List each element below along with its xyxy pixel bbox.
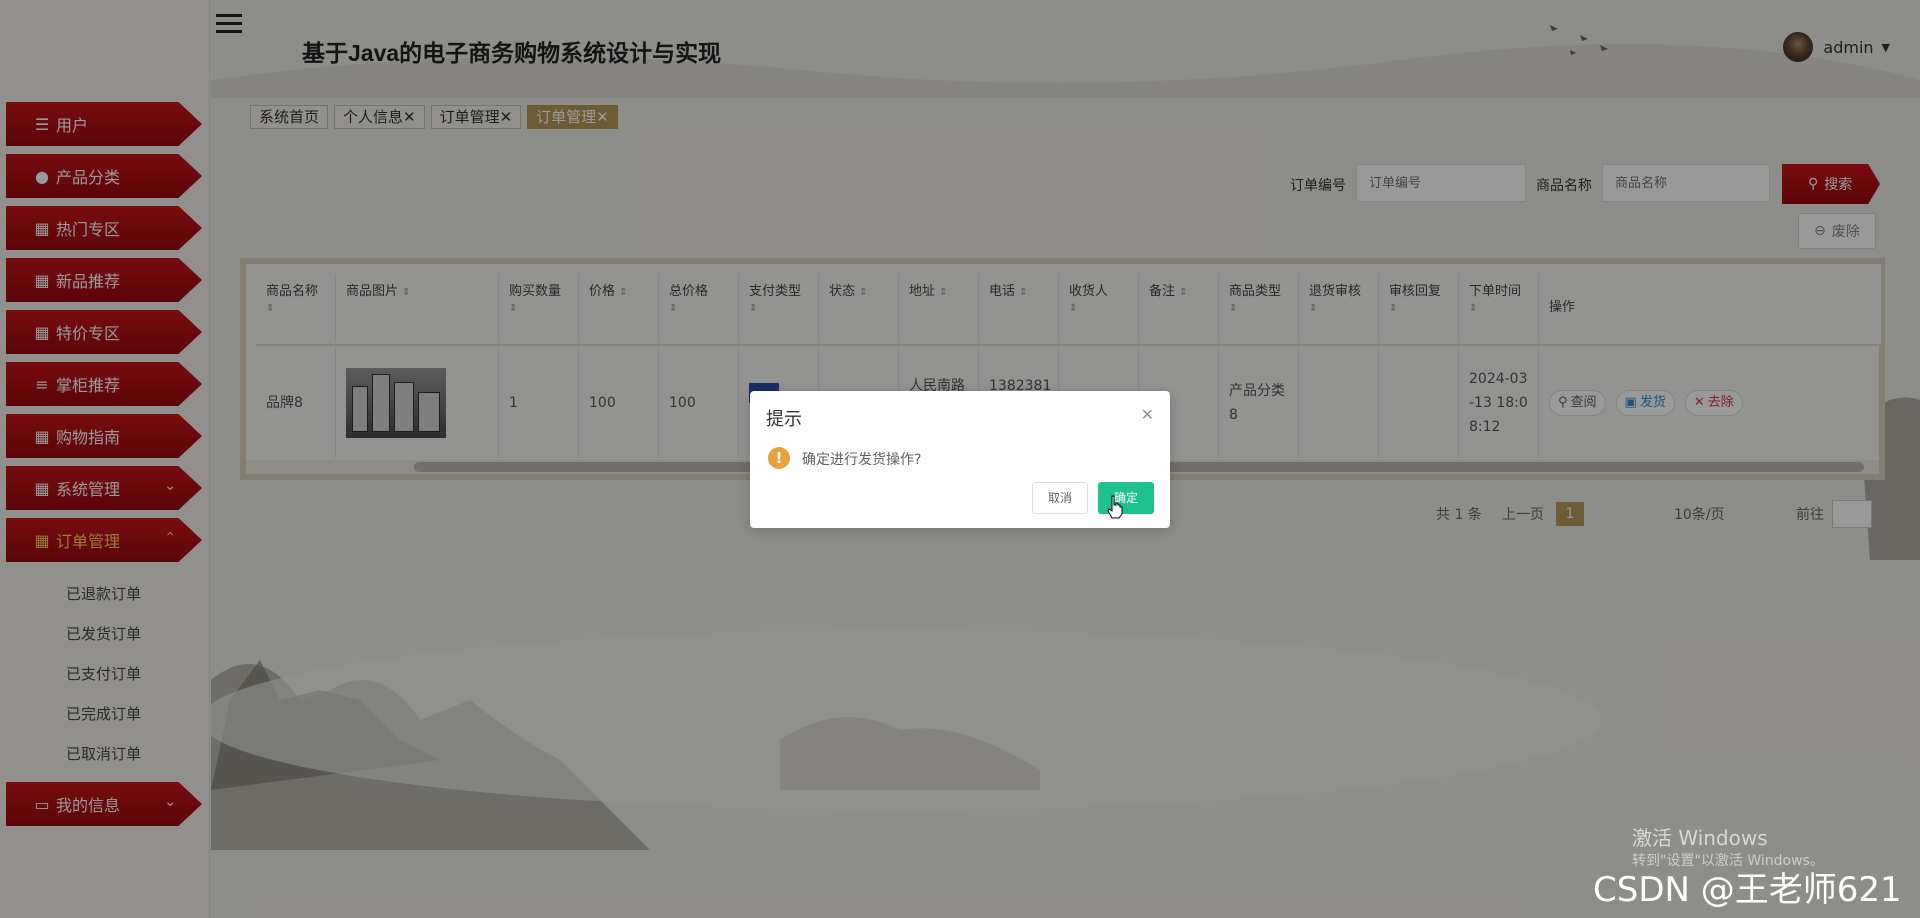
close-icon[interactable]: ✕ — [1141, 405, 1154, 424]
dialog-title: 提示 — [766, 409, 802, 430]
csdn-watermark: CSDN @王老师621 — [1593, 870, 1902, 910]
cancel-button[interactable]: 取消 — [1032, 482, 1088, 514]
hand-cursor-icon — [1107, 495, 1123, 519]
dialog-message: 确定进行发货操作? — [802, 452, 922, 468]
windows-activation-title: 激活 Windows — [1632, 826, 1768, 850]
warning-icon: ! — [768, 447, 790, 469]
